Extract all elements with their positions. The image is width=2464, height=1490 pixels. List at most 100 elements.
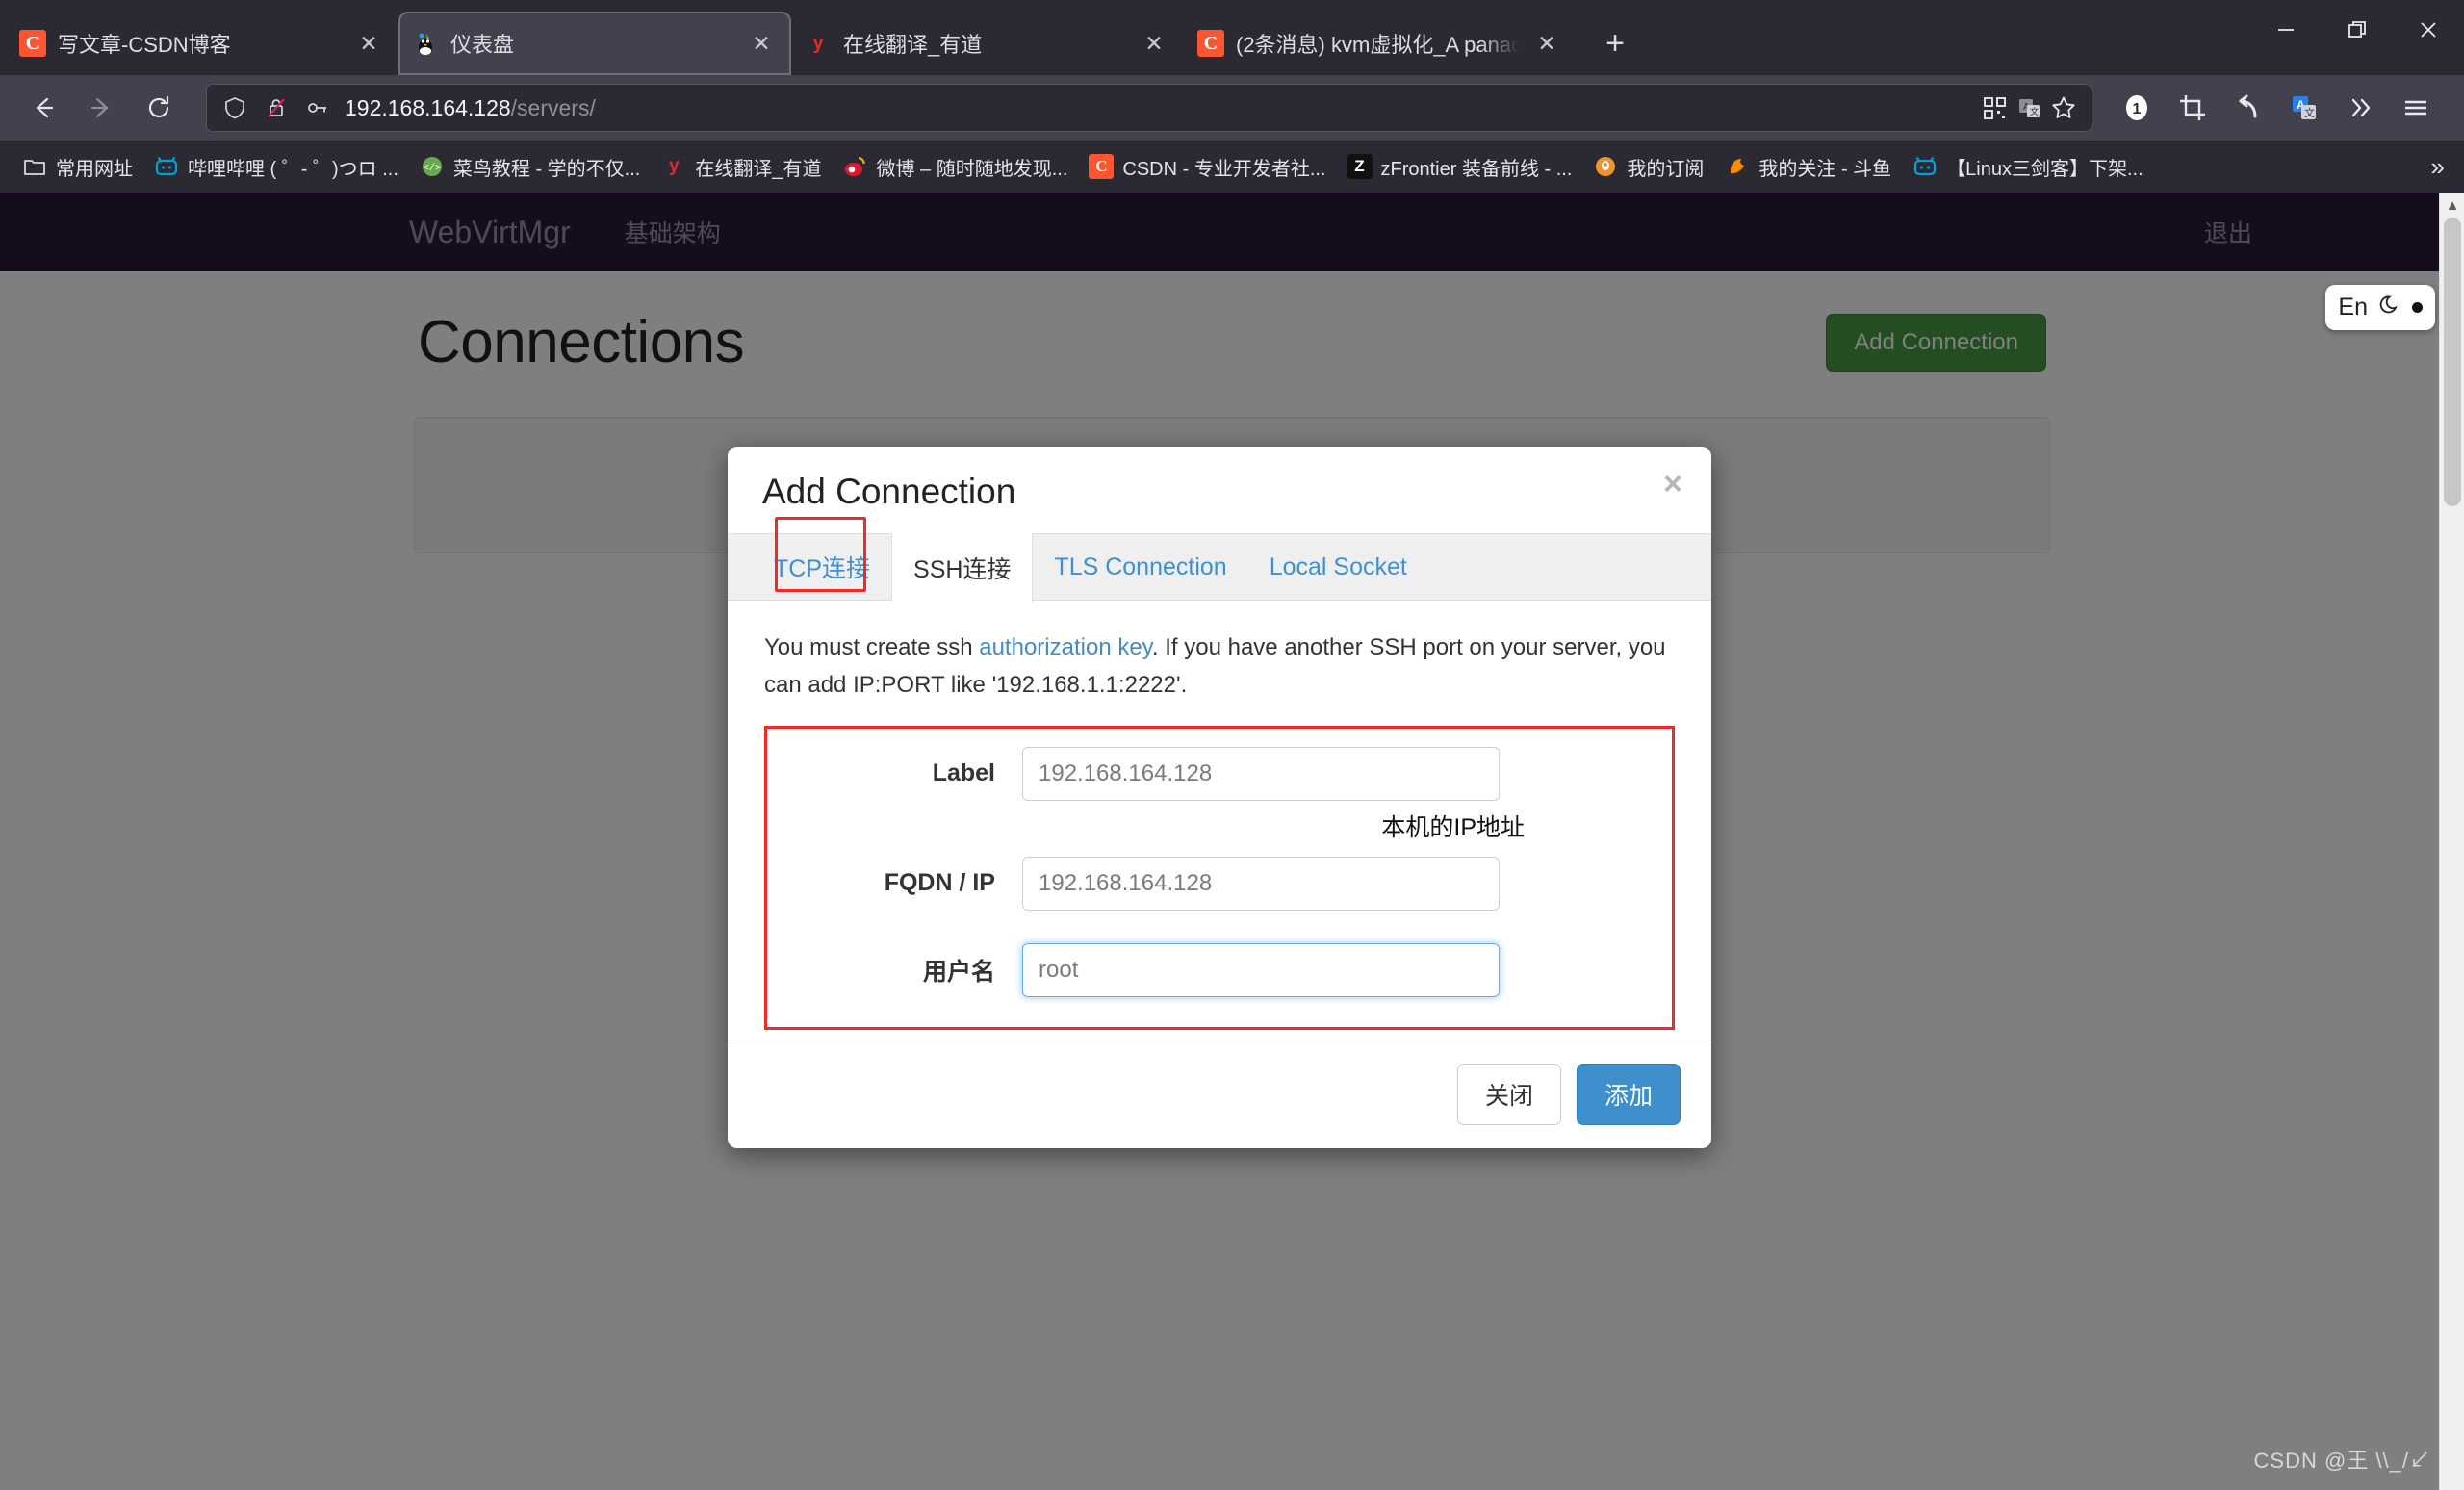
tab-close-icon[interactable]: ✕ (1138, 27, 1170, 60)
scroll-up-icon[interactable]: ▲ (2440, 193, 2464, 218)
browser-tab-4[interactable]: C (2条消息) kvm虚拟化_A panace ✕ (1184, 12, 1577, 75)
bookmark-item[interactable]: 微博 – 随时随地发现... (834, 148, 1076, 186)
maximize-restore-icon[interactable] (2322, 0, 2393, 60)
label-input[interactable]: 192.168.164.128 (1022, 746, 1500, 801)
submit-add-button[interactable]: 添加 (1576, 1063, 1681, 1125)
page-viewport: WebVirtMgr 基础架构 退出 Connections Add Conne… (0, 193, 2464, 1490)
connection-form: Label 192.168.164.128 本机的IP地址 FQDN / IP … (764, 725, 1675, 1030)
reload-button[interactable] (133, 82, 185, 134)
close-icon[interactable] (2393, 0, 2464, 60)
undo-arrow-icon[interactable] (2225, 85, 2272, 131)
bookmark-item[interactable]: 哔哩哔哩 ( ゜- ゜)つロ ... (145, 148, 407, 186)
tab-title: 写文章-CSDN博客 (58, 33, 231, 57)
ime-language-indicator[interactable]: En (2325, 285, 2435, 330)
bookmark-item[interactable]: 我的关注 - 斗鱼 (1716, 148, 1900, 186)
key-icon[interactable] (303, 93, 332, 122)
modal-body: You must create ssh authorization key. I… (728, 601, 1711, 1040)
ime-status-dot (2412, 302, 2423, 313)
minimize-icon[interactable] (2250, 0, 2322, 60)
tab-tls-connection[interactable]: TLS Connection (1033, 534, 1247, 600)
bookmark-item[interactable]: 我的订阅 (1584, 148, 1712, 186)
browser-tab-3[interactable]: y 在线翻译_有道 ✕ (791, 12, 1184, 75)
ime-language-label: En (2338, 294, 2368, 321)
bookmarks-overflow-icon[interactable]: » (2422, 148, 2454, 186)
field-label-fqdn: FQDN / IP (884, 869, 995, 897)
bookmark-item[interactable]: C CSDN - 专业开发者社... (1080, 148, 1334, 186)
tab-close-icon[interactable]: ✕ (1530, 27, 1563, 60)
bookmark-label: zFrontier 装备前线 - ... (1380, 158, 1573, 180)
scrollbar-thumb[interactable] (2444, 218, 2461, 506)
bookmark-item[interactable]: 常用网址 (13, 148, 141, 186)
bookmark-label: 在线翻译_有道 (695, 158, 822, 180)
bookmark-label: 我的关注 - 斗鱼 (1758, 158, 1892, 180)
runoob-icon: </> (420, 154, 445, 179)
tab-title: 仪表盘 (450, 33, 515, 57)
weibo-icon (842, 154, 867, 179)
browser-tab-2-active[interactable]: 仪表盘 ✕ (398, 12, 791, 75)
new-tab-button[interactable]: + (1592, 20, 1638, 66)
douyu-icon (1725, 154, 1750, 179)
crop-icon[interactable] (2169, 85, 2216, 131)
csdn-icon: C (1197, 30, 1224, 57)
bookmark-label: 常用网址 (56, 158, 133, 180)
tab-title: (2条消息) kvm虚拟化_A panace (1236, 33, 1519, 57)
bookmark-item[interactable]: </> 菜鸟教程 - 学的不仅... (411, 148, 649, 186)
username-input[interactable]: root (1022, 942, 1500, 997)
back-button[interactable] (17, 82, 69, 134)
authorization-key-link[interactable]: authorization key (979, 634, 1152, 660)
bookmark-label: CSDN - 专业开发者社... (1122, 158, 1326, 180)
lock-crossed-icon[interactable] (262, 93, 291, 122)
translate-active-icon[interactable]: A 文 (2281, 85, 2327, 131)
svg-text:文: 文 (2304, 106, 2315, 119)
bookmark-item[interactable]: Z zFrontier 装备前线 - ... (1339, 148, 1581, 186)
modal-header: Add Connection × (728, 447, 1711, 533)
field-label-username: 用户名 (922, 958, 995, 986)
star-icon[interactable] (2049, 93, 2078, 122)
subscribe-icon (1593, 154, 1618, 179)
modal-close-icon[interactable]: × (1663, 466, 1682, 503)
tab-title: 在线翻译_有道 (843, 33, 983, 57)
modal-footer: 关闭 添加 (728, 1039, 1711, 1148)
zfrontier-icon: Z (1347, 154, 1373, 179)
ip-annotation: 本机的IP地址 (1381, 813, 1525, 841)
add-connection-modal: Add Connection × TCP连接 SSH连接 TLS Connect… (728, 447, 1711, 1148)
page-scrollbar[interactable]: ▲ (2439, 193, 2464, 1490)
youdao-icon: y (812, 32, 824, 54)
tab-close-icon[interactable]: ✕ (352, 27, 385, 60)
bookmark-label: 哔哩哔哩 ( ゜- ゜)つロ ... (188, 158, 398, 180)
shield-icon[interactable] (220, 93, 249, 122)
modal-tabs: TCP连接 SSH连接 TLS Connection Local Socket (728, 533, 1711, 602)
window-controls (2250, 0, 2464, 60)
account-badge-icon[interactable]: 1 (2114, 85, 2160, 131)
url-host: 192.168.164.128 (345, 94, 511, 120)
fqdn-ip-input[interactable]: 192.168.164.128 (1022, 856, 1500, 911)
translate-icon[interactable]: A 文 (2015, 93, 2043, 122)
moon-icon (2377, 292, 2402, 323)
svg-text:文: 文 (2030, 106, 2039, 116)
url-path: /servers/ (510, 94, 596, 120)
help-prefix: You must create ssh (764, 634, 980, 660)
address-bar[interactable]: 192.168.164.128/servers/ A 文 (206, 84, 2092, 132)
bookmark-label: 菜鸟教程 - 学的不仅... (452, 158, 641, 180)
folder-icon (22, 154, 47, 179)
qr-code-icon[interactable] (1980, 93, 2009, 122)
hamburger-menu-icon[interactable] (2393, 85, 2439, 131)
bilibili-icon (1912, 154, 1938, 179)
bookmark-item[interactable]: y 在线翻译_有道 (653, 148, 830, 186)
tab-tcp-connection[interactable]: TCP连接 (753, 534, 891, 600)
tab-local-socket[interactable]: Local Socket (1248, 534, 1428, 600)
tab-strip: C 写文章-CSDN博客 ✕ 仪表盘 ✕ y 在线翻译_有道 ✕ C (2条消息… (0, 0, 2464, 75)
form-row-username: 用户名 root (764, 942, 1675, 997)
close-button[interactable]: 关闭 (1456, 1063, 1561, 1125)
url-text[interactable]: 192.168.164.128/servers/ (345, 95, 1967, 121)
forward-button[interactable] (75, 82, 127, 134)
tab-ssh-connection[interactable]: SSH连接 (891, 533, 1034, 602)
tab-close-icon[interactable]: ✕ (745, 27, 778, 60)
svg-text:</>: </> (424, 163, 441, 174)
watermark: CSDN @王 \\_/↙ (2253, 1449, 2431, 1473)
chevron-double-right-icon[interactable] (2337, 85, 2383, 131)
bookmark-item[interactable]: 【Linux三剑客】下架... (1904, 148, 2151, 186)
browser-tab-1[interactable]: C 写文章-CSDN博客 ✕ (6, 12, 398, 75)
bookmark-label: 我的订阅 (1627, 158, 1705, 180)
bilibili-icon (154, 154, 179, 179)
